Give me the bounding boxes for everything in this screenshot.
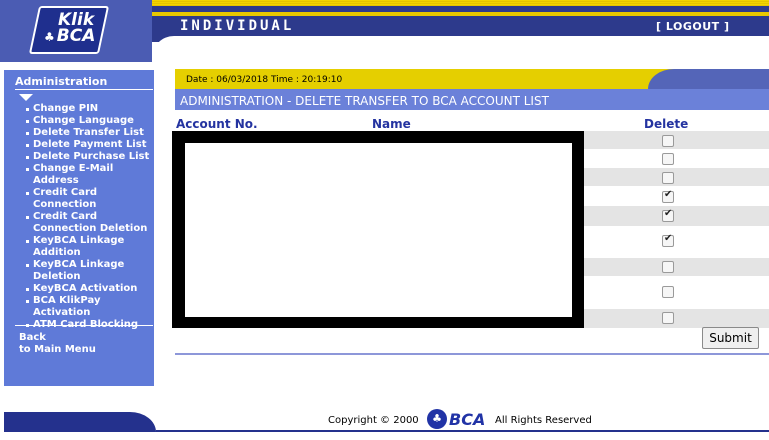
- footer-copyright: Copyright © 2000: [328, 415, 419, 426]
- logo-line2: ♣ BCA: [44, 28, 95, 45]
- column-header-account: Account No.: [176, 117, 258, 131]
- footer-bca-logo: ♣ BCA: [427, 409, 487, 429]
- bca-mark-icon: ♣: [44, 30, 55, 44]
- delete-checkbox[interactable]: [662, 153, 674, 165]
- back-to-main-menu-link[interactable]: Back to Main Menu: [19, 332, 96, 356]
- header-curve: [152, 36, 769, 62]
- sidebar-item-klikpay-activation[interactable]: BCA KlikPay Activation: [23, 295, 155, 319]
- sidebar-item-credit-card-connection[interactable]: Credit Card Connection: [23, 187, 155, 211]
- sidebar-item-change-language[interactable]: Change Language: [23, 115, 155, 127]
- table-bottom-rule: [175, 353, 769, 355]
- sidebar-item-delete-payment-list[interactable]: Delete Payment List: [23, 139, 155, 151]
- back-line2: to Main Menu: [19, 344, 96, 355]
- delete-checkbox[interactable]: [662, 172, 674, 184]
- page-title: ADMINISTRATION - DELETE TRANSFER TO BCA …: [180, 94, 549, 108]
- sidebar-divider-bottom: [15, 325, 153, 326]
- klikbca-logo-text: Klik ♣ BCA: [44, 12, 95, 45]
- date-time-label: Date : 06/03/2018 Time : 20:19:10: [186, 75, 343, 85]
- delete-checkbox[interactable]: [662, 208, 674, 222]
- logo-line2-text: BCA: [56, 26, 96, 46]
- footer-logo-text: BCA: [449, 410, 486, 429]
- header-accent-strip: [152, 12, 769, 16]
- footer-line: [156, 430, 769, 432]
- date-band-curve: [648, 69, 769, 89]
- sidebar-item-keybca-activation[interactable]: KeyBCA Activation: [23, 283, 155, 295]
- submit-button[interactable]: Submit: [702, 327, 759, 349]
- delete-checkbox[interactable]: [662, 233, 674, 247]
- footer-left-block: [4, 412, 156, 432]
- bca-badge-icon: ♣: [427, 409, 447, 429]
- triangle-down-icon: [19, 94, 33, 101]
- logout-link[interactable]: [ LOGOUT ]: [656, 20, 730, 33]
- page-mode-label: INDIVIDUAL: [180, 18, 295, 34]
- delete-checkbox[interactable]: [662, 312, 674, 324]
- sidebar-title: Administration: [15, 75, 108, 88]
- sidebar-menu: Change PIN Change Language Delete Transf…: [23, 103, 155, 331]
- column-header-delete: Delete: [644, 117, 689, 131]
- redaction-box-inner: [185, 143, 572, 317]
- footer-rights: All Rights Reserved: [495, 415, 592, 426]
- delete-checkbox[interactable]: [662, 261, 674, 273]
- delete-checkbox[interactable]: [662, 135, 674, 147]
- sidebar-item-change-email[interactable]: Change E-Mail Address: [23, 163, 155, 187]
- sidebar-item-keybca-linkage-deletion[interactable]: KeyBCA Linkage Deletion: [23, 259, 155, 283]
- sidebar-item-delete-transfer-list[interactable]: Delete Transfer List: [23, 127, 155, 139]
- delete-checkbox[interactable]: [662, 189, 674, 203]
- delete-checkbox[interactable]: [662, 286, 674, 298]
- sidebar-item-credit-card-connection-deletion[interactable]: Credit Card Connection Deletion: [23, 211, 155, 235]
- back-line1: Back: [19, 332, 46, 343]
- sidebar-divider: [15, 89, 153, 90]
- sidebar-item-keybca-linkage-addition[interactable]: KeyBCA Linkage Addition: [23, 235, 155, 259]
- sidebar-item-change-pin[interactable]: Change PIN: [23, 103, 155, 115]
- sidebar-item-delete-purchase-list[interactable]: Delete Purchase List: [23, 151, 155, 163]
- column-header-name: Name: [372, 117, 411, 131]
